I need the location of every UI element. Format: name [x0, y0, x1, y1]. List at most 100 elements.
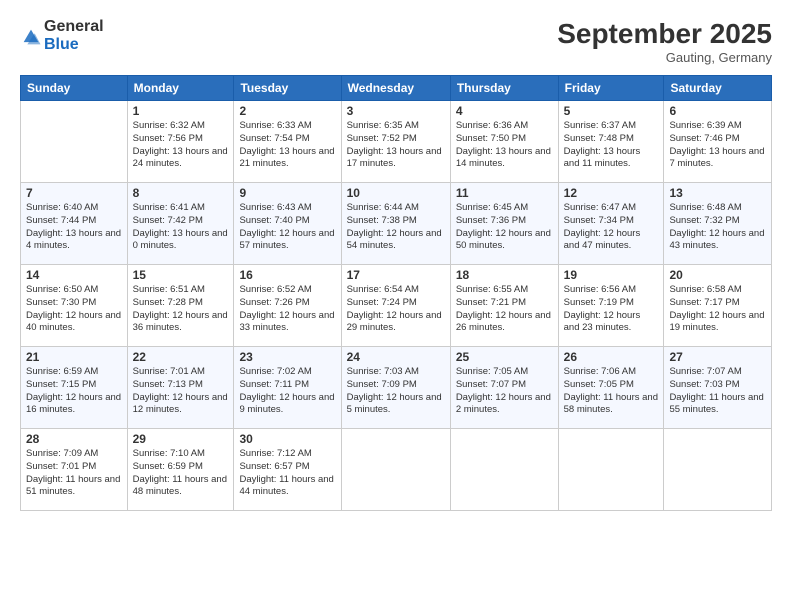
calendar-cell: 17 Sunrise: 6:54 AMSunset: 7:24 PMDayligh… [341, 265, 450, 347]
day-info: Sunrise: 6:41 AMSunset: 7:42 PMDaylight:… [133, 202, 229, 253]
logo-blue: Blue [44, 36, 104, 54]
day-number: 17 [347, 268, 445, 282]
day-info: Sunrise: 6:39 AMSunset: 7:46 PMDaylight:… [669, 120, 766, 171]
calendar-cell: 27Sunrise: 7:07 AMSunset: 7:03 PMDayligh… [664, 347, 772, 429]
logo-icon [20, 26, 42, 48]
day-number: 11 [456, 186, 553, 200]
day-number: 13 [669, 186, 766, 200]
logo-general: General [44, 18, 104, 36]
day-number: 19 [564, 268, 659, 282]
day-number: 22 [133, 350, 229, 364]
calendar-cell: 9Sunrise: 6:43 AMSunset: 7:40 PMDaylight… [234, 183, 341, 265]
calendar-cell: 14 Sunrise: 6:50 AMSunset: 7:30 PMDayligh… [21, 265, 128, 347]
calendar-cell: 7 Sunrise: 6:40 AMSunset: 7:44 PMDaylight… [21, 183, 128, 265]
calendar-week-row: 1 Sunrise: 6:32 AMSunset: 7:56 PMDaylight… [21, 101, 772, 183]
day-info: Sunrise: 6:40 AMSunset: 7:44 PMDaylight:… [26, 202, 122, 253]
weekday-header: Monday [127, 76, 234, 101]
day-number: 18 [456, 268, 553, 282]
calendar-cell: 30 Sunrise: 7:12 AMSunset: 6:57 PMDayligh… [234, 429, 341, 511]
day-info: Sunrise: 7:09 AMSunset: 7:01 PMDaylight:… [26, 448, 122, 499]
day-info: Sunrise: 7:10 AMSunset: 6:59 PMDaylight:… [133, 448, 229, 499]
day-number: 1 [133, 104, 229, 118]
calendar-cell: 20 Sunrise: 6:58 AMSunset: 7:17 PMDayligh… [664, 265, 772, 347]
calendar-cell: 18 Sunrise: 6:55 AMSunset: 7:21 PMDayligh… [450, 265, 558, 347]
calendar-week-row: 14 Sunrise: 6:50 AMSunset: 7:30 PMDayligh… [21, 265, 772, 347]
calendar-cell [21, 101, 128, 183]
day-info: Sunrise: 6:54 AMSunset: 7:24 PMDaylight:… [347, 284, 445, 335]
day-number: 7 [26, 186, 122, 200]
day-number: 15 [133, 268, 229, 282]
calendar-cell: 21Sunrise: 6:59 AMSunset: 7:15 PMDayligh… [21, 347, 128, 429]
day-number: 3 [347, 104, 445, 118]
day-info: Sunrise: 7:06 AMSunset: 7:05 PMDaylight:… [564, 366, 659, 417]
day-number: 30 [239, 432, 335, 446]
day-number: 20 [669, 268, 766, 282]
day-info: Sunrise: 6:56 AMSunset: 7:19 PMDaylight:… [564, 284, 659, 335]
day-info: Sunrise: 6:58 AMSunset: 7:17 PMDaylight:… [669, 284, 766, 335]
calendar-cell: 3Sunrise: 6:35 AMSunset: 7:52 PMDaylight… [341, 101, 450, 183]
weekday-header: Sunday [21, 76, 128, 101]
calendar-cell: 25 Sunrise: 7:05 AMSunset: 7:07 PMDayligh… [450, 347, 558, 429]
calendar-cell: 1 Sunrise: 6:32 AMSunset: 7:56 PMDaylight… [127, 101, 234, 183]
day-info: Sunrise: 7:03 AMSunset: 7:09 PMDaylight:… [347, 366, 445, 417]
calendar-cell: 26 Sunrise: 7:06 AMSunset: 7:05 PMDayligh… [558, 347, 664, 429]
calendar-cell [450, 429, 558, 511]
calendar-cell: 22 Sunrise: 7:01 AMSunset: 7:13 PMDayligh… [127, 347, 234, 429]
calendar-cell: 11 Sunrise: 6:45 AMSunset: 7:36 PMDayligh… [450, 183, 558, 265]
calendar-table: SundayMondayTuesdayWednesdayThursdayFrid… [20, 75, 772, 511]
weekday-header: Tuesday [234, 76, 341, 101]
day-info: Sunrise: 7:12 AMSunset: 6:57 PMDaylight:… [239, 448, 335, 499]
header: General Blue September 2025 Gauting, Ger… [20, 18, 772, 65]
calendar-cell [341, 429, 450, 511]
day-number: 25 [456, 350, 553, 364]
day-info: Sunrise: 6:48 AMSunset: 7:32 PMDaylight:… [669, 202, 766, 253]
day-info: Sunrise: 6:50 AMSunset: 7:30 PMDaylight:… [26, 284, 122, 335]
title-block: September 2025 Gauting, Germany [557, 18, 772, 65]
calendar-cell: 19 Sunrise: 6:56 AMSunset: 7:19 PMDayligh… [558, 265, 664, 347]
weekday-header-row: SundayMondayTuesdayWednesdayThursdayFrid… [21, 76, 772, 101]
day-number: 16 [239, 268, 335, 282]
calendar-cell: 16 Sunrise: 6:52 AMSunset: 7:26 PMDayligh… [234, 265, 341, 347]
day-info: Sunrise: 7:02 AMSunset: 7:11 PMDaylight:… [239, 366, 335, 417]
weekday-header: Wednesday [341, 76, 450, 101]
weekday-header: Saturday [664, 76, 772, 101]
calendar-cell [664, 429, 772, 511]
day-number: 29 [133, 432, 229, 446]
month-title: September 2025 [557, 18, 772, 50]
day-number: 12 [564, 186, 659, 200]
calendar-cell: 15Sunrise: 6:51 AMSunset: 7:28 PMDayligh… [127, 265, 234, 347]
day-number: 2 [239, 104, 335, 118]
calendar-cell: 23 Sunrise: 7:02 AMSunset: 7:11 PMDayligh… [234, 347, 341, 429]
day-info: Sunrise: 6:52 AMSunset: 7:26 PMDaylight:… [239, 284, 335, 335]
day-info: Sunrise: 6:32 AMSunset: 7:56 PMDaylight:… [133, 120, 229, 171]
logo-text: General Blue [44, 18, 104, 53]
day-number: 28 [26, 432, 122, 446]
day-info: Sunrise: 7:05 AMSunset: 7:07 PMDaylight:… [456, 366, 553, 417]
calendar-cell: 2Sunrise: 6:33 AMSunset: 7:54 PMDaylight… [234, 101, 341, 183]
calendar-cell: 13 Sunrise: 6:48 AMSunset: 7:32 PMDayligh… [664, 183, 772, 265]
day-info: Sunrise: 7:01 AMSunset: 7:13 PMDaylight:… [133, 366, 229, 417]
weekday-header: Thursday [450, 76, 558, 101]
logo: General Blue [20, 18, 104, 53]
day-number: 4 [456, 104, 553, 118]
day-number: 14 [26, 268, 122, 282]
day-number: 8 [133, 186, 229, 200]
calendar-cell [558, 429, 664, 511]
calendar-cell: 4Sunrise: 6:36 AMSunset: 7:50 PMDaylight… [450, 101, 558, 183]
calendar-cell: 29 Sunrise: 7:10 AMSunset: 6:59 PMDayligh… [127, 429, 234, 511]
day-number: 24 [347, 350, 445, 364]
calendar-week-row: 28 Sunrise: 7:09 AMSunset: 7:01 PMDayligh… [21, 429, 772, 511]
day-number: 26 [564, 350, 659, 364]
day-info: Sunrise: 6:47 AMSunset: 7:34 PMDaylight:… [564, 202, 659, 253]
calendar-cell: 28 Sunrise: 7:09 AMSunset: 7:01 PMDayligh… [21, 429, 128, 511]
day-info: Sunrise: 6:59 AMSunset: 7:15 PMDaylight:… [26, 366, 122, 417]
day-info: Sunrise: 6:37 AMSunset: 7:48 PMDaylight:… [564, 120, 659, 171]
day-number: 10 [347, 186, 445, 200]
day-info: Sunrise: 6:45 AMSunset: 7:36 PMDaylight:… [456, 202, 553, 253]
day-info: Sunrise: 6:55 AMSunset: 7:21 PMDaylight:… [456, 284, 553, 335]
day-number: 23 [239, 350, 335, 364]
day-number: 6 [669, 104, 766, 118]
calendar-cell: 12 Sunrise: 6:47 AMSunset: 7:34 PMDayligh… [558, 183, 664, 265]
calendar-cell: 6 Sunrise: 6:39 AMSunset: 7:46 PMDaylight… [664, 101, 772, 183]
calendar-week-row: 7 Sunrise: 6:40 AMSunset: 7:44 PMDaylight… [21, 183, 772, 265]
